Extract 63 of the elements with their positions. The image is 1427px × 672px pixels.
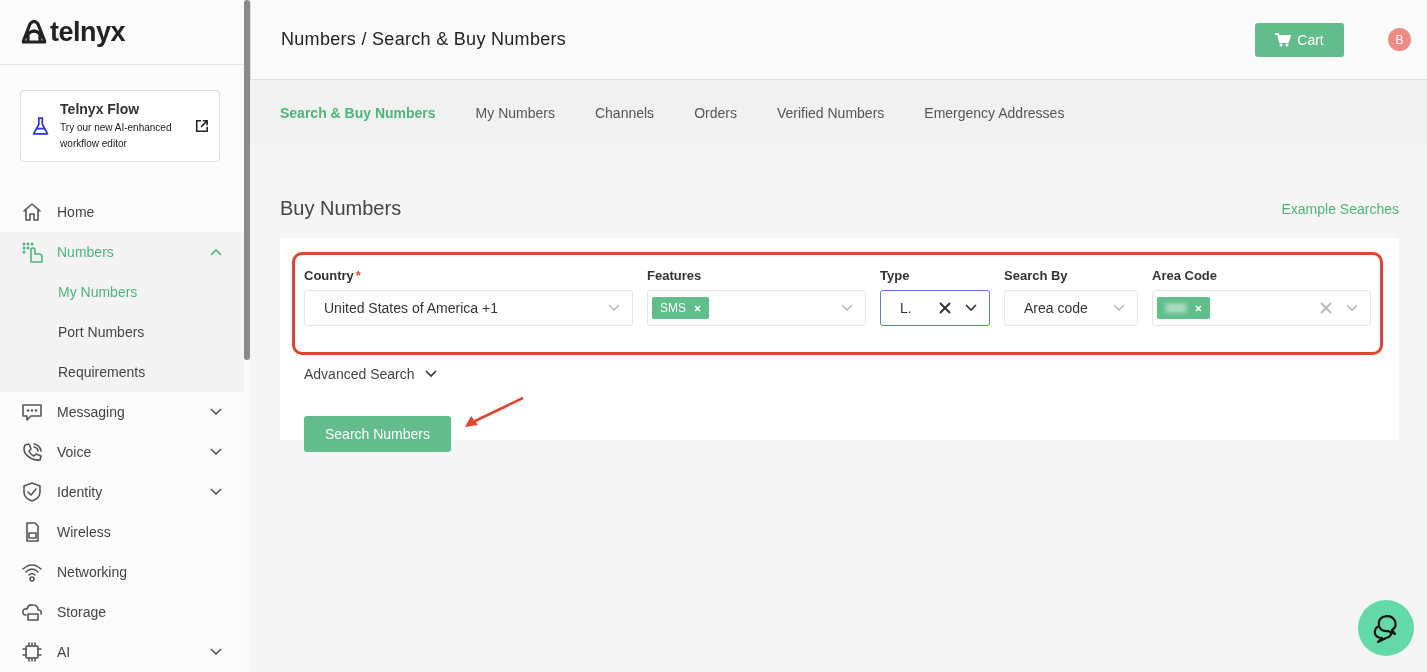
ai-icon bbox=[21, 641, 43, 663]
promo-text: Try our new AI-enhanced workflow editor bbox=[60, 120, 173, 151]
select-field[interactable]: Area code bbox=[1004, 290, 1138, 326]
field-label: Features bbox=[647, 268, 703, 283]
numbers-icon bbox=[21, 241, 43, 263]
nav-item[interactable]: Wireless bbox=[0, 512, 244, 552]
select-field[interactable]: L. bbox=[880, 290, 990, 326]
nav-subitem[interactable]: Port Numbers bbox=[0, 312, 244, 352]
flask-icon bbox=[31, 115, 51, 137]
tab[interactable]: Emergency Addresses bbox=[924, 104, 1065, 121]
chevron-down-icon bbox=[841, 304, 853, 312]
field-label: Country* bbox=[304, 268, 362, 283]
chevron-down-icon bbox=[210, 448, 222, 456]
messaging-icon bbox=[21, 401, 43, 423]
required-mark: * bbox=[355, 268, 361, 283]
nav-item[interactable]: Networking bbox=[0, 552, 244, 592]
chevron-down-icon bbox=[965, 304, 977, 312]
nav-item[interactable]: Home bbox=[0, 192, 244, 232]
chevron-down-icon bbox=[608, 304, 620, 312]
field-label: Search By bbox=[1004, 268, 1069, 283]
chevron-up-icon bbox=[210, 248, 222, 256]
chevron-down-icon bbox=[1113, 304, 1125, 312]
page-title: Buy Numbers bbox=[280, 197, 402, 220]
tab[interactable]: Channels bbox=[594, 104, 655, 121]
home-icon bbox=[21, 201, 43, 223]
tab[interactable]: Orders bbox=[694, 104, 737, 121]
networking-icon bbox=[21, 561, 43, 583]
storage-icon bbox=[21, 601, 43, 623]
field-label: Type bbox=[880, 268, 911, 283]
chevron-down-icon bbox=[210, 488, 222, 496]
remove-icon[interactable] bbox=[1195, 304, 1202, 312]
promo-title: Telnyx Flow bbox=[60, 100, 141, 117]
nav-subitem[interactable]: Requirements bbox=[0, 352, 244, 392]
select-field[interactable] bbox=[1152, 290, 1371, 326]
chevron-down-icon bbox=[1346, 304, 1358, 312]
tab[interactable]: Verified Numbers bbox=[776, 104, 885, 121]
chevron-down-icon bbox=[210, 408, 222, 416]
nav-item[interactable]: Identity bbox=[0, 472, 244, 512]
remove-icon[interactable] bbox=[694, 304, 701, 312]
clear-icon[interactable] bbox=[939, 302, 951, 314]
logo-icon bbox=[20, 20, 48, 44]
blurred-value bbox=[1165, 303, 1187, 313]
nav-item[interactable]: AI bbox=[0, 632, 244, 672]
nav-item[interactable]: Messaging bbox=[0, 392, 244, 432]
field-label: Area Code bbox=[1152, 268, 1219, 283]
cart-icon bbox=[1275, 32, 1292, 47]
scrollbar[interactable] bbox=[244, 0, 250, 360]
select-field[interactable]: United States of America +1 bbox=[304, 290, 633, 326]
identity-icon bbox=[21, 481, 43, 503]
chat-button[interactable] bbox=[1358, 600, 1414, 656]
chevron-down-icon bbox=[210, 648, 222, 656]
breadcrumb: Numbers / Search & Buy Numbers bbox=[281, 29, 567, 50]
external-link-icon bbox=[195, 118, 209, 134]
promo-card[interactable]: Telnyx Flow Try our new AI-enhanced workflow editor bbox=[20, 90, 220, 162]
advanced-search-toggle[interactable]: Advanced Search bbox=[304, 366, 437, 382]
tab[interactable]: My Numbers bbox=[475, 104, 555, 121]
chevron-down-icon bbox=[424, 370, 437, 378]
nav-item[interactable]: Storage bbox=[0, 592, 244, 632]
voice-icon bbox=[21, 441, 43, 463]
nav-item[interactable]: Voice bbox=[0, 432, 244, 472]
annotation-arrow bbox=[463, 396, 525, 430]
logo-text: telnyx bbox=[50, 16, 126, 48]
tag-chip[interactable] bbox=[1157, 297, 1210, 319]
